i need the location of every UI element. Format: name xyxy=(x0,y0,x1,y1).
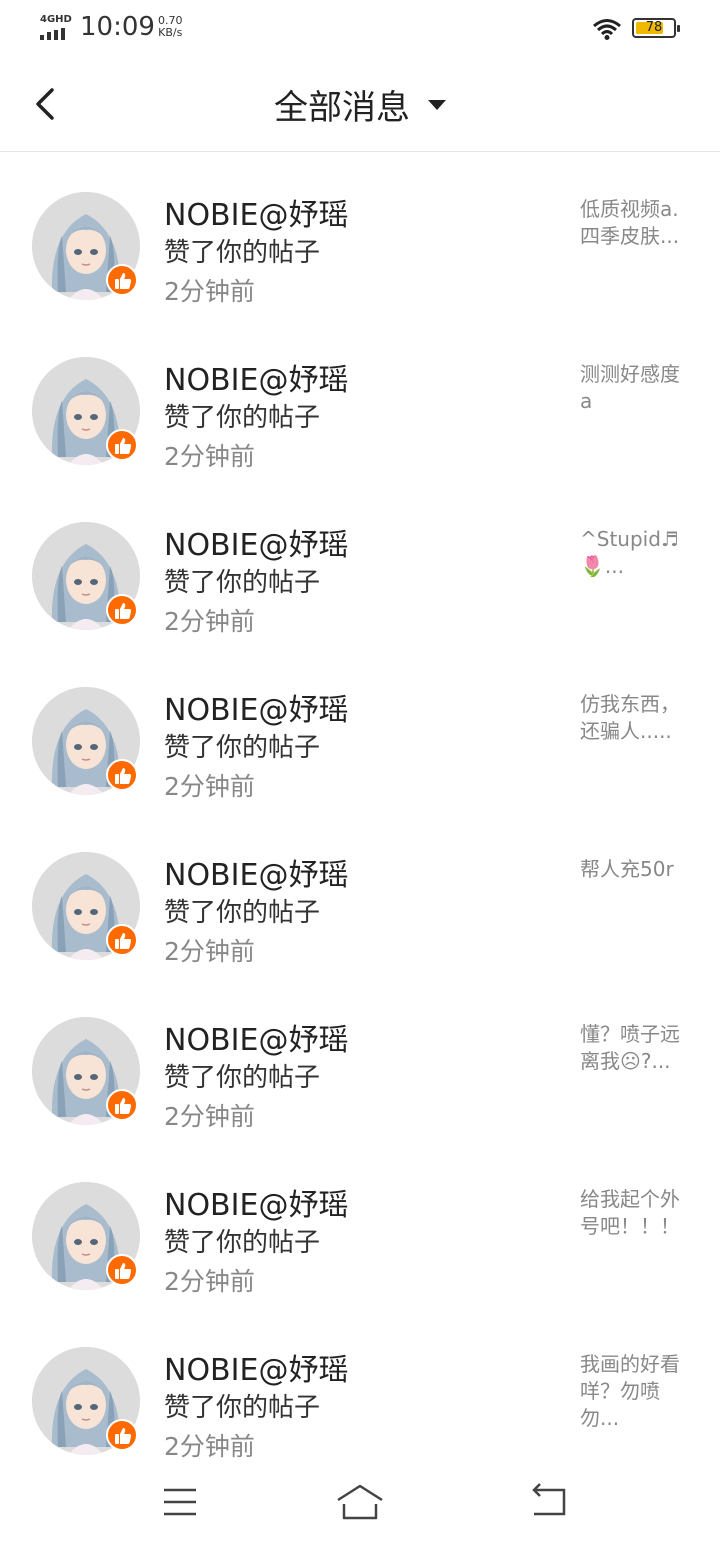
like-badge xyxy=(106,1089,138,1121)
post-preview[interactable]: ^Stupid♬🌷... xyxy=(580,526,692,580)
message-filter-dropdown[interactable]: 全部消息 xyxy=(0,80,720,129)
message-item[interactable]: NOBIE@妤瑶 赞了你的帖子 2分钟前 给我起个外号吧！！！ xyxy=(0,1150,720,1315)
app-header: 全部消息 xyxy=(0,56,720,152)
like-badge xyxy=(106,429,138,461)
timestamp: 2分钟前 xyxy=(164,277,255,306)
post-preview[interactable]: 低质视频a.四季皮肤... xyxy=(580,196,692,250)
thumbs-up-icon xyxy=(115,1098,132,1114)
caret-down-icon xyxy=(428,99,446,110)
username[interactable]: NOBIE@妤瑶 xyxy=(164,685,348,729)
post-preview[interactable]: 仿我东西，还骗人..... xyxy=(580,691,692,745)
message-item[interactable]: NOBIE@妤瑶 赞了你的帖子 2分钟前 仿我东西，还骗人..... xyxy=(0,655,720,820)
message-item[interactable]: NOBIE@妤瑶 赞了你的帖子 2分钟前 ^Stupid♬🌷... xyxy=(0,490,720,655)
speed-unit: KB/s xyxy=(158,26,183,39)
menu-button[interactable] xyxy=(150,1478,210,1526)
cellular-signal-icon: 4GHD xyxy=(40,14,72,40)
like-badge xyxy=(106,924,138,956)
timestamp: 2分钟前 xyxy=(164,1267,255,1296)
home-icon xyxy=(337,1484,383,1520)
action-text: 赞了你的帖子 xyxy=(164,1228,321,1258)
like-badge xyxy=(106,759,138,791)
action-text: 赞了你的帖子 xyxy=(164,733,321,763)
thumbs-up-icon xyxy=(115,1263,132,1279)
post-preview[interactable]: 我画的好看咩？勿喷勿... xyxy=(580,1351,692,1432)
timestamp: 2分钟前 xyxy=(164,772,255,801)
thumbs-up-icon xyxy=(115,1428,132,1444)
home-button[interactable] xyxy=(330,1478,390,1526)
username[interactable]: NOBIE@妤瑶 xyxy=(164,1345,348,1389)
thumbs-up-icon xyxy=(115,933,132,949)
post-preview[interactable]: 懂？喷子远离我☹?... xyxy=(580,1021,692,1075)
status-bar: 4GHD 10:09 0.70 KB/s 78 xyxy=(0,0,720,56)
battery-level: 78 xyxy=(645,20,663,35)
timestamp: 2分钟前 xyxy=(164,937,255,966)
username[interactable]: NOBIE@妤瑶 xyxy=(164,850,348,894)
battery-icon: 78 xyxy=(632,18,680,38)
wifi-icon xyxy=(593,19,621,40)
thumbs-up-icon xyxy=(115,273,132,289)
username[interactable]: NOBIE@妤瑶 xyxy=(164,1015,348,1059)
post-preview[interactable]: 测测好感度a xyxy=(580,361,692,415)
message-item[interactable]: NOBIE@妤瑶 赞了你的帖子 2分钟前 低质视频a.四季皮肤... xyxy=(0,160,720,325)
action-text: 赞了你的帖子 xyxy=(164,1393,321,1423)
action-text: 赞了你的帖子 xyxy=(164,403,321,433)
message-item[interactable]: NOBIE@妤瑶 赞了你的帖子 2分钟前 我画的好看咩？勿喷勿... xyxy=(0,1315,720,1480)
post-preview[interactable]: 给我起个外号吧！！！ xyxy=(580,1186,692,1240)
username[interactable]: NOBIE@妤瑶 xyxy=(164,355,348,399)
timestamp: 2分钟前 xyxy=(164,1102,255,1131)
system-nav-bar xyxy=(0,1460,720,1544)
page-title: 全部消息 xyxy=(274,88,410,128)
timestamp: 2分钟前 xyxy=(164,1432,255,1461)
message-item[interactable]: NOBIE@妤瑶 赞了你的帖子 2分钟前 帮人充50r xyxy=(0,820,720,985)
like-badge xyxy=(106,1254,138,1286)
action-text: 赞了你的帖子 xyxy=(164,1063,321,1093)
system-back-button[interactable] xyxy=(518,1478,578,1526)
timestamp: 2分钟前 xyxy=(164,607,255,636)
like-badge xyxy=(106,1419,138,1451)
message-item[interactable]: NOBIE@妤瑶 赞了你的帖子 2分钟前 懂？喷子远离我☹?... xyxy=(0,985,720,1150)
back-icon xyxy=(532,1483,566,1516)
network-speed: 0.70 KB/s xyxy=(158,15,183,39)
username[interactable]: NOBIE@妤瑶 xyxy=(164,1180,348,1224)
menu-icon xyxy=(164,1488,196,1516)
clock: 10:09 xyxy=(80,12,155,42)
like-badge xyxy=(106,264,138,296)
thumbs-up-icon xyxy=(115,768,132,784)
username[interactable]: NOBIE@妤瑶 xyxy=(164,520,348,564)
network-type: 4GHD xyxy=(40,14,72,25)
timestamp: 2分钟前 xyxy=(164,442,255,471)
action-text: 赞了你的帖子 xyxy=(164,898,321,928)
message-item[interactable]: NOBIE@妤瑶 赞了你的帖子 2分钟前 测测好感度a xyxy=(0,325,720,490)
username[interactable]: NOBIE@妤瑶 xyxy=(164,190,348,234)
thumbs-up-icon xyxy=(115,438,132,454)
like-badge xyxy=(106,594,138,626)
thumbs-up-icon xyxy=(115,603,132,619)
action-text: 赞了你的帖子 xyxy=(164,568,321,598)
action-text: 赞了你的帖子 xyxy=(164,238,321,268)
post-preview[interactable]: 帮人充50r xyxy=(580,856,692,883)
